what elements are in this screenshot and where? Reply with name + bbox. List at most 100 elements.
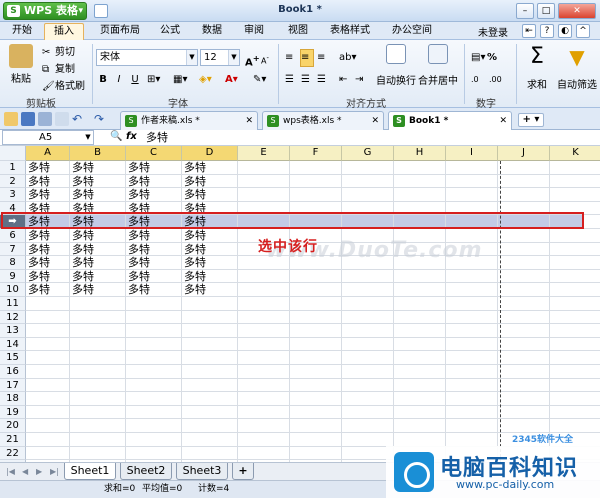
cell-a7[interactable]: 多特 [26, 243, 50, 256]
minimize-button[interactable]: – [516, 3, 534, 19]
first-sheet-icon[interactable]: |◀ [6, 467, 15, 476]
paste-button[interactable]: 粘贴 [6, 44, 36, 85]
border-icon[interactable]: ⊞▾ [146, 71, 168, 89]
shrink-font-icon[interactable]: A- [260, 49, 274, 67]
row-header-21[interactable]: 21 [0, 433, 26, 447]
row-header-13[interactable]: 13 [0, 324, 26, 338]
wrap-text-button[interactable]: 自动换行 [376, 44, 416, 87]
name-box[interactable]: A5 ▼ [2, 130, 94, 145]
cell-c8[interactable]: 多特 [126, 256, 150, 269]
cell-a9[interactable]: 多特 [26, 270, 50, 283]
prev-sheet-icon[interactable]: ◀ [22, 467, 28, 476]
merge-center-button[interactable]: 合并居中 [418, 44, 458, 87]
sum-button[interactable]: Σ 求和 [522, 44, 552, 91]
tab-formula[interactable]: 公式 [152, 23, 188, 40]
row-header-1[interactable]: 1 [0, 161, 26, 175]
column-header-k[interactable]: K [550, 146, 600, 161]
cell-a10[interactable]: 多特 [26, 283, 50, 296]
cell-d9[interactable]: 多特 [182, 270, 206, 283]
cell-d7[interactable]: 多特 [182, 243, 206, 256]
cell-b6[interactable]: 多特 [70, 229, 94, 242]
formula-input[interactable]: 多特 [146, 130, 168, 145]
spreadsheet-grid[interactable]: A B C D E F G H I J K 1 多特 多特 多特 多特 2 多特 多特 多特 多特 3 多特 多特 多特 多特 4 多… [0, 146, 600, 462]
new-tab-button[interactable]: + ▾ [518, 113, 544, 127]
column-header-c[interactable]: C [126, 146, 182, 161]
doc-tab-book1[interactable]: S Book1 * ✕ [388, 111, 512, 130]
cell-a1[interactable]: 多特 [26, 161, 50, 174]
fill-color-icon[interactable]: ◈▾ [198, 71, 220, 89]
column-header-f[interactable]: F [290, 146, 342, 161]
close-icon[interactable]: ✕ [499, 112, 507, 130]
cell-b1[interactable]: 多特 [70, 161, 94, 174]
cell-d1[interactable]: 多特 [182, 161, 206, 174]
column-header-b[interactable]: B [70, 146, 126, 161]
cell-d10[interactable]: 多特 [182, 283, 206, 296]
skin-icon[interactable]: ◐ [558, 24, 572, 38]
cell-b7[interactable]: 多特 [70, 243, 94, 256]
close-icon[interactable]: ✕ [371, 112, 379, 130]
align-top-icon[interactable]: ≡ [284, 49, 298, 67]
cell-c1[interactable]: 多特 [126, 161, 150, 174]
redo-icon[interactable]: ↷ [94, 112, 108, 126]
cell-b10[interactable]: 多特 [70, 283, 94, 296]
align-bottom-icon[interactable]: ≡ [316, 49, 330, 67]
row-header-18[interactable]: 18 [0, 392, 26, 406]
text-direction-icon[interactable]: ab▾ [338, 49, 360, 67]
tab-view[interactable]: 视图 [280, 23, 316, 40]
print-icon[interactable] [38, 112, 52, 126]
column-header-a[interactable]: A [26, 146, 70, 161]
font-size-select[interactable]: 12 ▼ [200, 49, 240, 66]
row-header-20[interactable]: 20 [0, 419, 26, 433]
cell-a2[interactable]: 多特 [26, 175, 50, 188]
row-header-9[interactable]: 9 [0, 269, 26, 284]
cell-c3[interactable]: 多特 [126, 188, 150, 201]
doc-tab-wps-sheet[interactable]: Swps表格.xls * ✕ [262, 111, 384, 130]
cell-d3[interactable]: 多特 [182, 188, 206, 201]
column-header-d[interactable]: D [182, 146, 238, 161]
tab-insert[interactable]: 插入 [44, 23, 84, 40]
cell-b9[interactable]: 多特 [70, 270, 94, 283]
column-header-h[interactable]: H [394, 146, 446, 161]
cell-c6[interactable]: 多特 [126, 229, 150, 242]
font-name-select[interactable]: 宋体 ▼ [96, 49, 198, 66]
last-sheet-icon[interactable]: ▶| [50, 467, 59, 476]
format-painter-button[interactable]: 🖌 格式刷 [40, 78, 90, 96]
cell-a6[interactable]: 多特 [26, 229, 50, 242]
cell-c7[interactable]: 多特 [126, 243, 150, 256]
restore-button[interactable]: □ [537, 3, 555, 19]
clear-format-icon[interactable]: ✎▾ [252, 71, 274, 89]
row-header-14[interactable]: 14 [0, 337, 26, 352]
cell-b8[interactable]: 多特 [70, 256, 94, 269]
row-header-10[interactable]: 10 [0, 283, 26, 297]
column-header-g[interactable]: G [342, 146, 394, 161]
align-right-icon[interactable]: ☰ [316, 71, 330, 89]
row-header-11[interactable]: 11 [0, 297, 26, 311]
decrease-indent-icon[interactable]: ⇤ [338, 71, 352, 89]
fx-icon[interactable]: fx [126, 131, 137, 142]
help-icon[interactable]: ? [540, 24, 554, 38]
tab-data[interactable]: 数据 [194, 23, 230, 40]
cell-d6[interactable]: 多特 [182, 229, 206, 242]
align-center-icon[interactable]: ☰ [300, 71, 314, 89]
sheet-tab-sheet2[interactable]: Sheet2 [120, 463, 172, 480]
row-header-8[interactable]: 8 [0, 256, 26, 270]
tab-home[interactable]: 开始 [4, 23, 40, 40]
row-header-2[interactable]: 2 [0, 174, 26, 189]
select-all-corner[interactable] [0, 146, 26, 161]
sheet-tab-sheet1[interactable]: Sheet1 [64, 463, 116, 480]
zoom-icon[interactable]: 🔍 [110, 131, 122, 142]
cell-c10[interactable]: 多特 [126, 283, 150, 296]
row-header-7[interactable]: 7 [0, 242, 26, 257]
font-color-icon[interactable]: A▾ [224, 71, 246, 89]
decrease-decimal-icon[interactable]: .00 [488, 71, 502, 89]
cut-button[interactable]: ✂ 剪切 [40, 44, 84, 62]
row-header-22[interactable]: 22 [0, 446, 26, 461]
undo-icon[interactable]: ↶ [72, 112, 86, 126]
cell-b2[interactable]: 多特 [70, 175, 94, 188]
row-header-12[interactable]: 12 [0, 310, 26, 325]
column-header-j[interactable]: J [498, 146, 550, 161]
column-header-i[interactable]: I [446, 146, 498, 161]
open-folder-icon[interactable] [4, 112, 18, 126]
row-header-17[interactable]: 17 [0, 378, 26, 393]
cell-format-icon[interactable]: ▦▾ [172, 71, 194, 89]
